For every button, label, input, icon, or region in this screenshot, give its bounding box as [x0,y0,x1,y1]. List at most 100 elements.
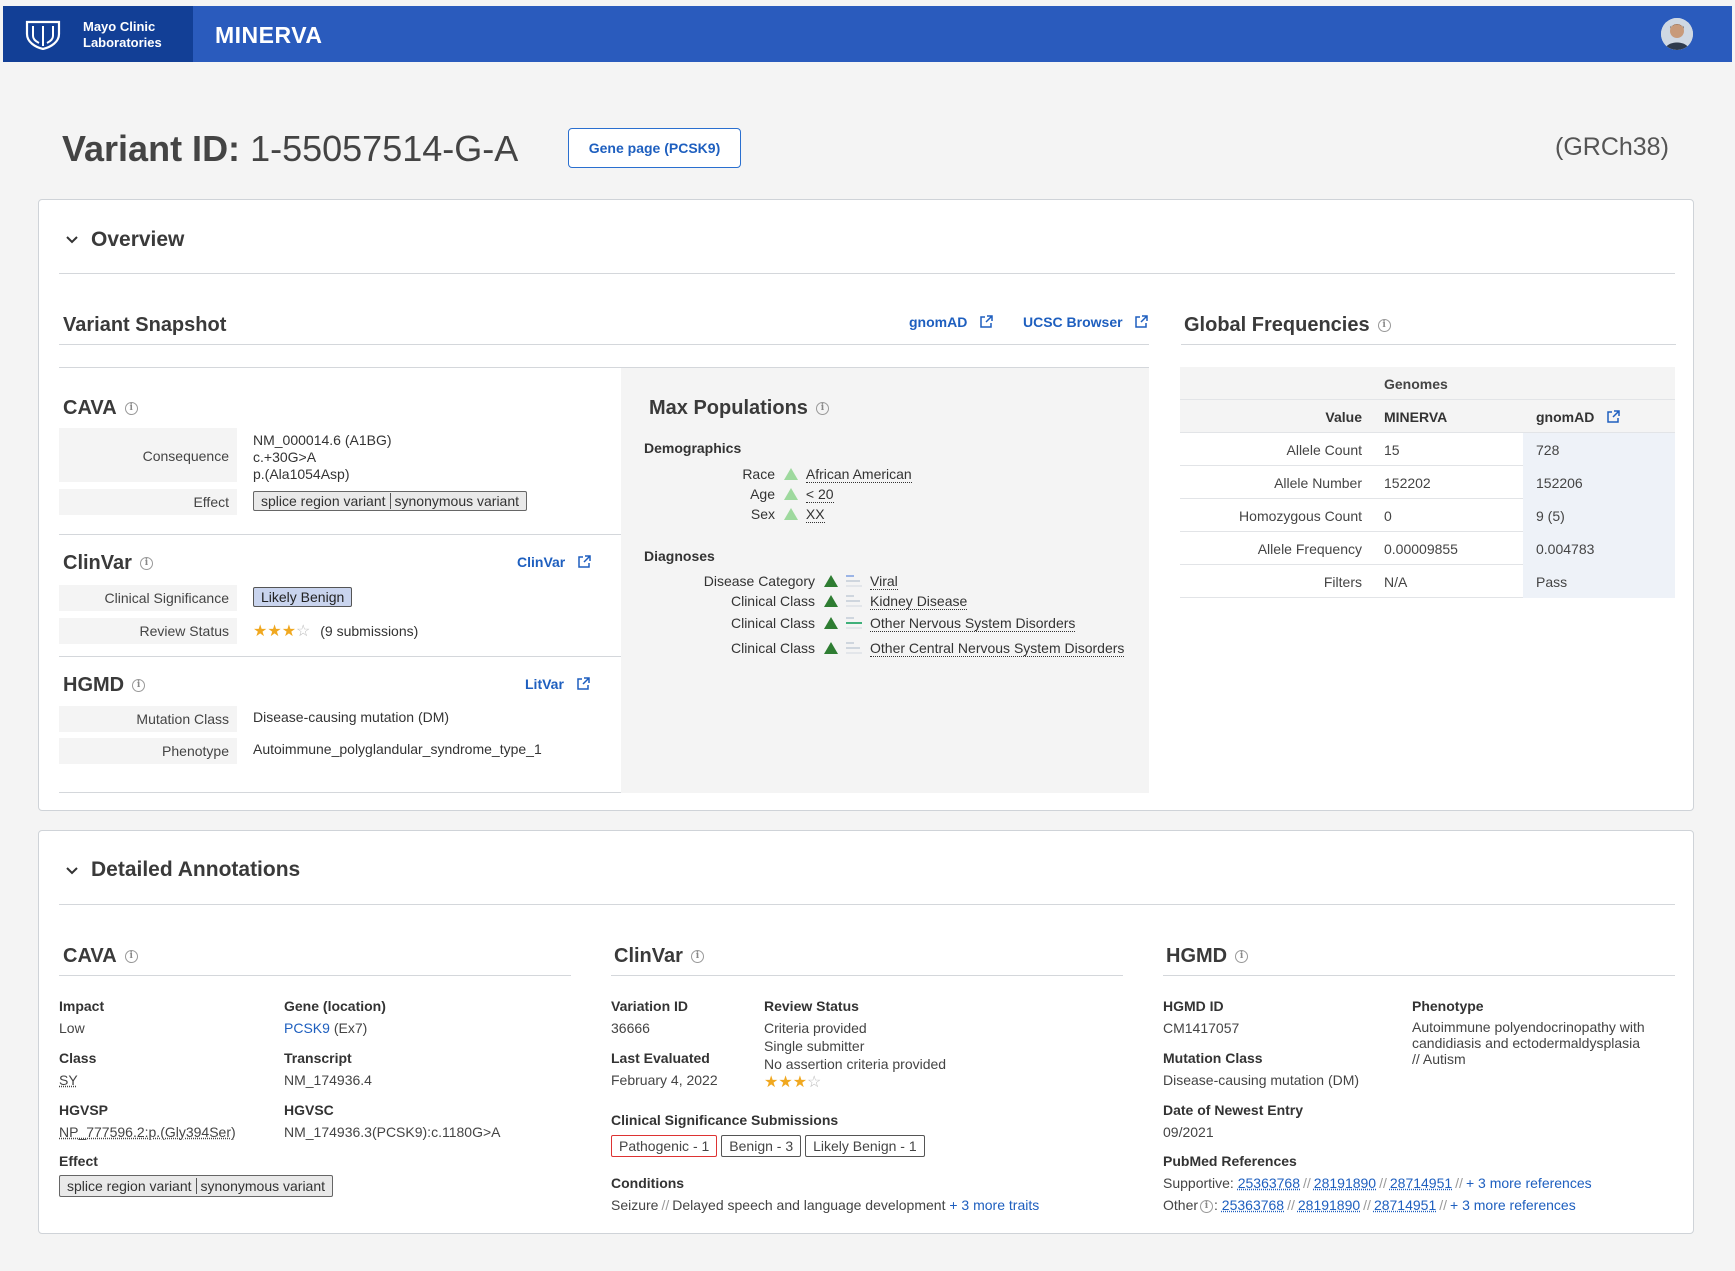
effect-label: Effect [59,489,237,515]
info-icon[interactable]: i [124,402,138,416]
diagnosis-link[interactable]: Other Central Nervous System Disorders [870,640,1125,657]
mutation-class-heading: Mutation Class [1163,1050,1263,1066]
hgmd-id-link[interactable]: CM1417057 [1163,1019,1239,1037]
table-row: Filters N/A Pass [1180,565,1675,598]
top-nav-bar: Mayo Clinic Laboratories MINERVA [3,6,1732,62]
effect-heading: Effect [59,1153,98,1169]
brand-text: Mayo Clinic Laboratories [83,19,162,50]
gene-link[interactable]: PCSK9 [284,1020,330,1036]
variant-id: 1-55057514-G-A [250,128,519,169]
pubmed-link[interactable]: 25363768 [1238,1175,1300,1191]
ucsc-browser-link[interactable]: UCSC Browser [1023,314,1149,330]
divider [59,975,571,976]
external-link-icon [980,315,993,328]
review-status-value: Criteria provided Single submitter No as… [764,1020,947,1091]
pubmed-link[interactable]: 28191890 [1298,1197,1360,1213]
pubmed-references-heading: PubMed References [1163,1153,1297,1169]
diagnosis-link[interactable]: Viral [870,573,898,590]
more-references-link[interactable]: + 3 more references [1466,1175,1592,1191]
user-avatar-icon [1661,18,1693,50]
class-value[interactable]: SY [59,1071,78,1089]
phenotype-value: Autoimmune polyendocrinopathy with candi… [1412,1019,1645,1067]
gnomad-link[interactable]: gnomAD [909,314,993,330]
app-name[interactable]: MINERVA [215,22,322,49]
diagnosis-label: Disease Category [703,573,815,589]
hgvsc-heading: HGVSC [284,1102,334,1118]
sex-label: Sex [750,506,775,522]
review-status-label: Review Status [59,618,237,644]
bars-icon [846,642,862,654]
diagnosis-label: Clinical Class [730,615,815,631]
triangle-up-icon [824,642,838,654]
pubmed-link[interactable]: 28714951 [1390,1175,1452,1191]
table-row: Homozygous Count 0 9 (5) [1180,499,1675,532]
mutation-class-label: Mutation Class [59,706,237,732]
benign-chip[interactable]: Benign - 3 [721,1135,802,1157]
brand-block[interactable]: Mayo Clinic Laboratories [3,6,193,62]
pubmed-link[interactable]: 25363768 [1222,1197,1284,1213]
row-label: Allele Number [1274,475,1362,491]
chevron-down-icon[interactable] [65,235,79,245]
triangle-up-icon [784,488,798,500]
diagnosis-label: Clinical Class [730,640,815,656]
overview-title[interactable]: Overview [91,228,184,252]
pubmed-link[interactable]: 28191890 [1314,1175,1376,1191]
row-label: Allele Count [1286,442,1363,458]
star-icon: ★ [281,623,297,640]
pathogenic-chip[interactable]: Pathogenic - 1 [611,1135,718,1157]
clinical-significance-value: Likely Benign [253,587,353,607]
conditions-heading: Conditions [611,1175,685,1191]
diagnosis-label: Clinical Class [730,593,815,609]
info-icon[interactable]: i [815,402,829,416]
phenotype-label: Phenotype [59,738,237,764]
sex-value: XX [784,506,825,523]
variant-snapshot-title: Variant Snapshot [63,314,227,336]
litvar-link[interactable]: LitVar [525,676,590,692]
divider [59,344,1149,345]
more-references-link[interactable]: + 3 more references [1450,1197,1576,1213]
gene-location-heading: Gene (location) [284,998,386,1014]
external-link-icon [578,555,591,568]
chevron-down-icon[interactable] [65,866,79,876]
likely-benign-chip[interactable]: Likely Benign - 1 [805,1135,925,1157]
detailed-annotations-card: Detailed Annotations CAVA i Impact Low Ge… [38,830,1694,1234]
diagnosis-link[interactable]: Other Nervous System Disorders [870,615,1076,632]
variation-id-heading: Variation ID [611,998,689,1014]
info-icon[interactable]: i [1235,950,1249,964]
detail-clinvar-title: ClinVar i [614,945,704,968]
divider [59,656,621,657]
hgvsp-value[interactable]: NP_777596.2:p.(Gly394Ser) [59,1123,236,1141]
info-icon[interactable]: i [132,679,146,693]
info-icon[interactable]: i [1377,319,1391,333]
divider [1181,344,1676,345]
diagnosis-value: Other Central Nervous System Disorders [824,640,1125,657]
star-empty-icon: ☆ [296,623,311,640]
pubmed-link[interactable]: 28714951 [1374,1197,1436,1213]
triangle-up-icon [824,617,838,629]
hgvsp-heading: HGVSP [59,1102,109,1118]
gnomad-value: 0.004783 [1536,541,1595,557]
info-icon[interactable]: i [690,950,704,964]
gnomad-value: Pass [1536,574,1568,590]
global-frequencies-title: Global Frequencies i [1184,314,1391,337]
info-icon[interactable]: i [1200,1199,1214,1213]
gene-page-button[interactable]: Gene page (PCSK9) [568,128,741,168]
more-traits-link[interactable]: + 3 more traits [949,1197,1039,1213]
gnomad-column-header[interactable]: gnomAD [1536,409,1620,425]
assembly-label: (GRCh38) [1555,133,1669,161]
other-references: Other i: 25363768//28191890//28714951//+ … [1163,1197,1576,1213]
star-icon: ★ [267,623,282,640]
info-icon[interactable]: i [139,557,153,571]
triangle-up-icon [824,595,838,607]
divider [59,534,621,535]
bar-highlight [846,622,862,624]
diagnosis-value: Other Nervous System Disorders [824,615,1076,632]
clinvar-link[interactable]: ClinVar [517,554,591,570]
user-avatar[interactable] [1661,18,1693,50]
info-icon[interactable]: i [124,950,138,964]
table-row: Allele Number 152202 152206 [1180,466,1675,499]
minerva-value: 0 [1384,508,1392,524]
detailed-annotations-title[interactable]: Detailed Annotations [91,858,300,882]
diagnosis-link[interactable]: Kidney Disease [870,593,968,610]
minerva-value: N/A [1384,574,1408,590]
